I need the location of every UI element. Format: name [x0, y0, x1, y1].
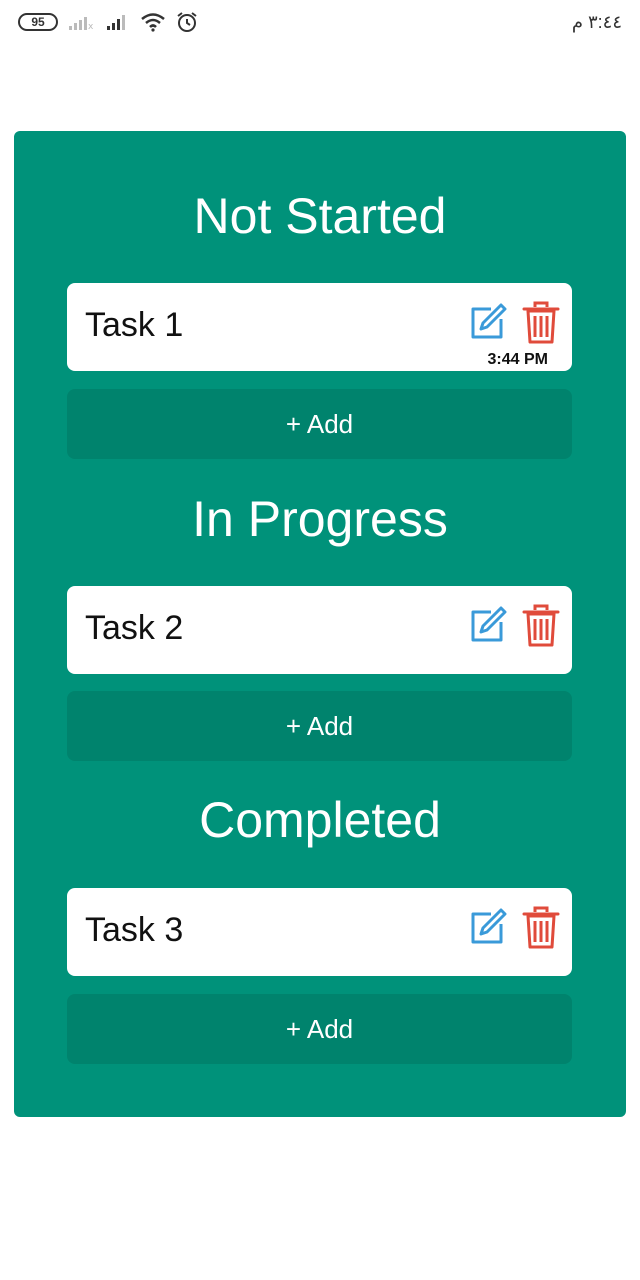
task-card[interactable]: Task 2 [67, 586, 572, 674]
signal-weak-icon: x [69, 17, 94, 31]
status-time: ٣:٤٤ م [571, 11, 622, 32]
edit-icon[interactable] [467, 606, 507, 646]
trash-icon[interactable] [521, 906, 561, 950]
trash-icon[interactable] [521, 604, 561, 648]
status-bar: 95 x ٣:٤٤ م [0, 0, 640, 44]
task-timestamp: 3:44 PM [487, 351, 548, 368]
section-title-completed: Completed [199, 792, 441, 848]
task-board: Not Started Task 1 3:44 PM + Add In Prog… [14, 131, 626, 1117]
section-title-in-progress: In Progress [192, 491, 448, 547]
task-title: Task 3 [85, 911, 184, 949]
add-task-button[interactable]: + Add [67, 994, 572, 1064]
status-icons: 95 x [18, 11, 198, 33]
task-title: Task 1 [85, 306, 184, 344]
battery-icon: 95 [18, 13, 58, 31]
task-card[interactable]: Task 3 [67, 888, 572, 976]
task-card[interactable]: Task 1 3:44 PM [67, 283, 572, 371]
battery-level: 95 [31, 15, 45, 29]
add-task-button[interactable]: + Add [67, 691, 572, 761]
svg-text:x: x [88, 22, 94, 31]
alarm-icon [177, 12, 197, 32]
wifi-icon [141, 13, 165, 32]
trash-icon[interactable] [521, 301, 561, 345]
edit-icon[interactable] [467, 908, 507, 948]
signal-icon [107, 15, 125, 30]
add-task-button[interactable]: + Add [67, 389, 572, 459]
section-title-not-started: Not Started [193, 188, 447, 244]
task-title: Task 2 [85, 609, 184, 647]
edit-icon[interactable] [467, 303, 507, 343]
